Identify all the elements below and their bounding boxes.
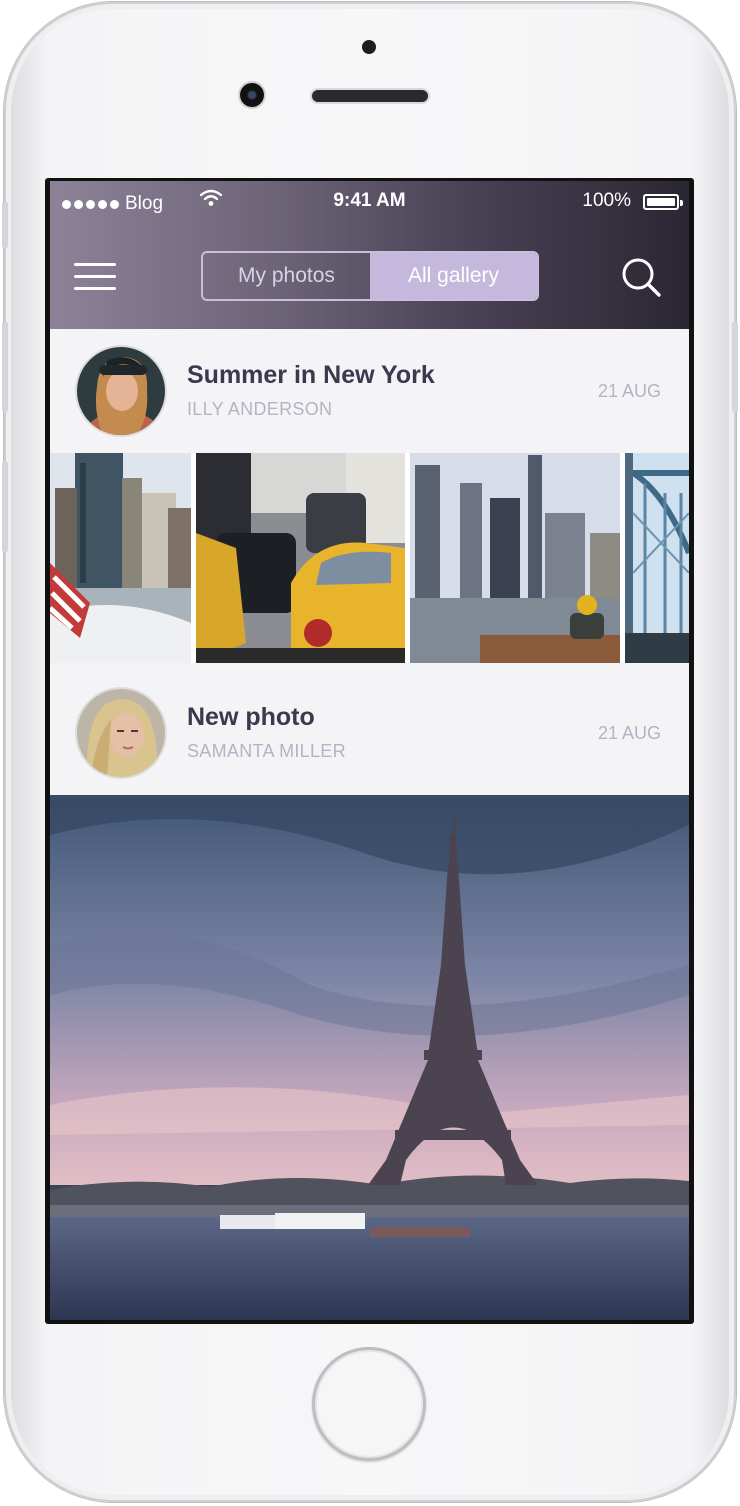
- yellow-taxi-photo[interactable]: [196, 453, 405, 663]
- search-icon[interactable]: [619, 255, 663, 299]
- bridge-photo[interactable]: [625, 453, 689, 663]
- volume-down-button: [2, 462, 8, 552]
- earpiece-speaker: [312, 90, 428, 102]
- avatar[interactable]: [77, 689, 165, 777]
- post-date: 21 AUG: [597, 381, 661, 401]
- tab-all-gallery[interactable]: All gallery: [370, 253, 537, 299]
- screen: Blog 9:41 AM 100% My photos All gallery: [45, 178, 694, 1324]
- app-screen: Blog 9:41 AM 100% My photos All gallery: [50, 181, 689, 1320]
- post-date: 21 AUG: [597, 723, 661, 743]
- photo-strip[interactable]: [50, 453, 689, 663]
- avatar[interactable]: [77, 347, 165, 435]
- volume-up-button: [2, 322, 8, 412]
- post-author[interactable]: SAMANTA MILLER: [187, 741, 346, 762]
- post-header[interactable]: Summer in New York ILLY ANDERSON 21 AUG: [50, 329, 689, 453]
- proximity-sensor: [362, 40, 376, 54]
- app-header: Blog 9:41 AM 100% My photos All gallery: [50, 181, 689, 329]
- home-button[interactable]: [312, 1347, 426, 1461]
- city-skyline-photo[interactable]: [50, 453, 191, 663]
- post-title[interactable]: New photo: [187, 703, 315, 732]
- battery-percent: 100%: [582, 190, 631, 211]
- post-header[interactable]: New photo SAMANTA MILLER 21 AUG: [50, 671, 689, 795]
- post-author[interactable]: ILLY ANDERSON: [187, 399, 332, 420]
- hamburger-menu-icon[interactable]: [74, 263, 116, 291]
- status-bar: Blog 9:41 AM 100%: [50, 181, 689, 225]
- eiffel-tower-photo[interactable]: [50, 795, 689, 1320]
- battery-icon: [643, 194, 683, 210]
- riverside-skyline-photo[interactable]: [410, 453, 620, 663]
- tab-my-photos[interactable]: My photos: [203, 253, 370, 299]
- front-camera: [240, 83, 264, 107]
- mute-switch: [2, 202, 8, 248]
- gallery-segmented-control: My photos All gallery: [201, 251, 539, 301]
- power-button: [732, 322, 738, 412]
- post-title[interactable]: Summer in New York: [187, 361, 435, 390]
